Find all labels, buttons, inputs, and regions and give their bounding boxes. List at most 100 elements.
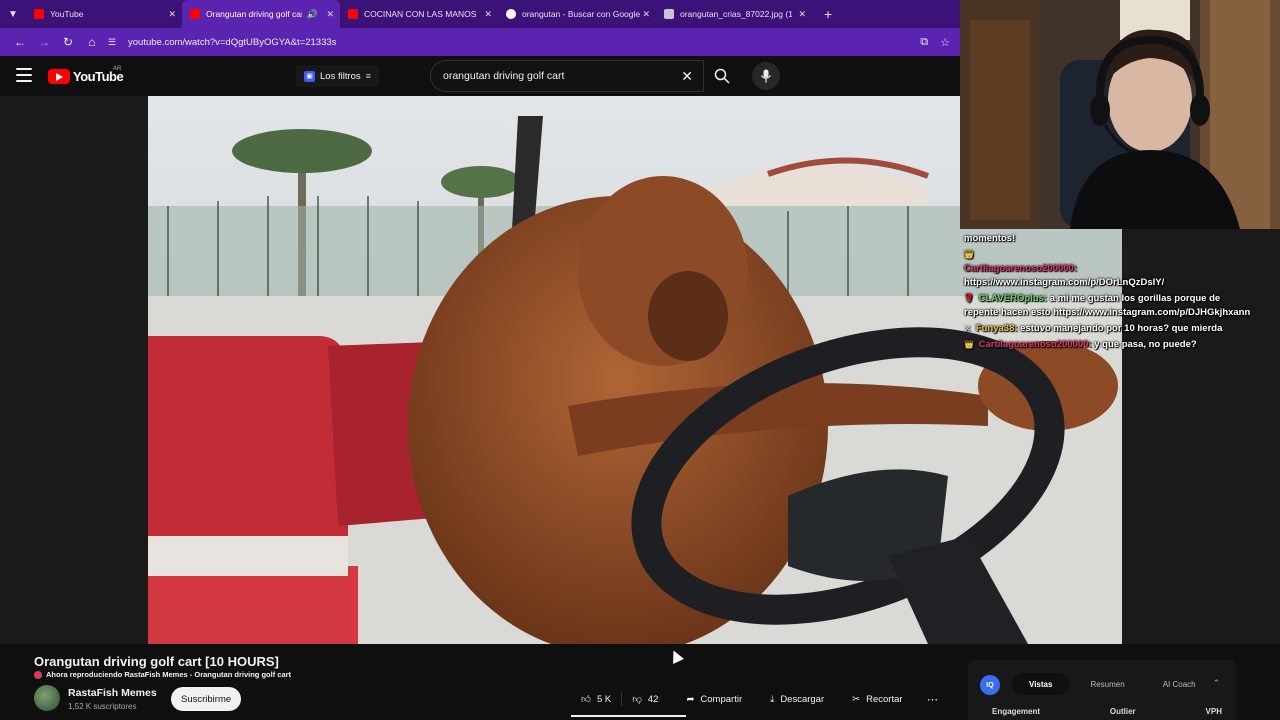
home-icon[interactable]: ⌂ (80, 35, 104, 49)
video-actions: 👍︎ 5 K 👎︎ 42 ➦ Compartir ⤓ Descargar ✂ R… (571, 687, 945, 711)
close-icon[interactable]: ✕ (484, 9, 492, 20)
share-button[interactable]: ➦ Compartir (676, 687, 753, 711)
chat-username: Cartilagoarenoso200000: (978, 339, 1092, 350)
close-icon[interactable]: ✕ (326, 9, 334, 20)
tab-title: Orangutan driving golf cart (206, 9, 302, 19)
more-actions-icon[interactable]: ⋯ (921, 687, 945, 711)
download-icon: ⤓ (770, 693, 775, 705)
dislike-button[interactable]: 👎︎ 42 (622, 687, 669, 711)
clear-search-icon[interactable]: ✕ (681, 68, 693, 85)
download-button[interactable]: ⤓ Descargar (760, 687, 835, 711)
like-count: 5 K (596, 693, 612, 705)
site-info-icon[interactable]: ☰ (108, 37, 124, 48)
chat-text: y que pasa, no puede? (1094, 339, 1197, 350)
crown-badge-icon: 👑 (964, 340, 974, 349)
speaker-icon[interactable]: 🔊 (307, 9, 318, 20)
channel-avatar[interactable] (34, 685, 60, 711)
streamer-webcam (960, 0, 1280, 229)
image-icon (664, 9, 674, 19)
bookmark-star-icon[interactable]: ☆ (940, 36, 950, 49)
youtube-play-icon (48, 68, 70, 84)
chevron-up-icon[interactable]: ⌃ (1212, 678, 1220, 689)
google-icon (506, 9, 516, 19)
search-value: orangutan driving golf cart (443, 70, 565, 82)
scissors-icon: ✂ (852, 693, 861, 705)
chat-text: estuvo manejando por 10 horas? que mierd… (1020, 323, 1223, 334)
country-code: AR (113, 66, 122, 72)
search-input[interactable]: orangutan driving golf cart ✕ (430, 60, 704, 92)
subscribe-button[interactable]: Suscribirme (171, 687, 242, 711)
metric-outlier: Outlier (1109, 707, 1136, 716)
menu-icon[interactable] (16, 68, 32, 82)
voice-search-button[interactable] (752, 62, 780, 90)
close-icon[interactable]: ✕ (798, 9, 806, 20)
clip-button[interactable]: ✂ Recortar (842, 687, 913, 711)
share-arrow-icon: ➦ (686, 693, 695, 705)
vidiq-logo-icon[interactable]: IQ (980, 675, 1000, 695)
video-title: Orangutan driving golf cart [10 HOURS] (34, 654, 279, 669)
chat-username: CLAVEROplus: (978, 293, 1048, 304)
search-icon (714, 68, 730, 84)
crown-badge-icon: 👑 (964, 250, 974, 259)
dislike-count: 42 (647, 693, 659, 705)
metric-vph: VPH (1205, 707, 1222, 716)
chat-username: Cartilagoarenoso200000: (964, 263, 1077, 274)
filter-extension-icon: ▣ (304, 70, 315, 82)
share-label: Compartir (700, 693, 743, 705)
search-button[interactable] (704, 60, 740, 92)
back-arrow-icon[interactable]: ← (8, 35, 32, 49)
youtube-icon (190, 9, 200, 19)
close-icon[interactable]: ✕ (642, 9, 650, 20)
close-icon[interactable]: ✕ (168, 9, 176, 20)
thumbs-down-icon: 👎︎ (632, 694, 642, 705)
youtube-logo[interactable]: YouTube (48, 68, 124, 84)
filters-button[interactable]: ▣ Los filtros ≡ (296, 65, 379, 87)
install-app-icon[interactable]: ⧉ (920, 36, 928, 49)
microphone-icon (761, 69, 771, 83)
browser-tab-youtube[interactable]: YouTube ✕ (26, 0, 182, 28)
browser-tab-image[interactable]: orangutan_crias_87022.jpg (100 ✕ (656, 0, 812, 28)
browser-tab-orangutan[interactable]: Orangutan driving golf cart 🔊 ✕ (182, 0, 340, 28)
tune-icon: ≡ (365, 71, 371, 81)
screen: ▼ YouTube ✕ Orangutan driving golf cart … (0, 0, 1280, 720)
browser-address-bar: ← → ↻ ⌂ ☰ youtube.com/watch?v=dQgtUByOGY… (0, 28, 960, 56)
now-playing-text: Ahora reproduciendo RastaFish Memes - Or… (46, 670, 292, 679)
chat-text: momentos! (964, 233, 1016, 244)
browser-tab-strip: ▼ YouTube ✕ Orangutan driving golf cart … (0, 0, 960, 28)
chat-message: 👑 Cartilagoarenoso200000: https://www.in… (964, 248, 1254, 290)
chat-message: 🌹 CLAVEROplus: a mi me gustan los gorill… (964, 292, 1254, 320)
rose-badge-icon: 🌹 (964, 294, 974, 303)
live-dot-icon (34, 670, 42, 679)
channel-name[interactable]: RastaFish Memes (68, 687, 157, 699)
tab-resumen[interactable]: Resumen (1073, 673, 1141, 695)
chat-text: https://www.instagram.com/p/DOrLnQzDsIY/ (964, 277, 1165, 288)
tab-ai-coach[interactable]: AI Coach (1146, 673, 1213, 695)
like-button[interactable]: 👍︎ 5 K (571, 687, 622, 711)
chat-message: 👑 Cartilagoarenoso200000: y que pasa, no… (964, 338, 1254, 352)
browser-tab-cocinan[interactable]: COCINAN CON LAS MANOS SU ✕ (340, 0, 498, 28)
download-label: Descargar (780, 693, 825, 705)
youtube-header: YouTube AR ▣ Los filtros ≡ orangutan dri… (0, 56, 960, 96)
youtube-icon (348, 9, 358, 19)
chat-username: Funya38: (975, 323, 1018, 334)
chat-message: momentos! (964, 232, 1254, 246)
reload-icon[interactable]: ↻ (56, 35, 80, 49)
like-ratio-bar (571, 715, 686, 717)
tab-title: COCINAN CON LAS MANOS SU (364, 9, 478, 19)
url-text: youtube.com/watch?v=dQgtUByOGYA&t=21333s (128, 36, 337, 48)
forward-arrow-icon[interactable]: → (32, 35, 56, 49)
youtube-icon (34, 9, 44, 19)
url-field[interactable]: ☰ youtube.com/watch?v=dQgtUByOGYA&t=2133… (108, 32, 916, 52)
webcam-image (960, 0, 1280, 229)
chat-message: ⚔ Funya38: estuvo manejando por 10 horas… (964, 322, 1254, 336)
stream-chat-overlay: momentos! 👑 Cartilagoarenoso200000: http… (964, 232, 1254, 354)
tab-search-chevron-icon[interactable]: ▼ (0, 0, 26, 28)
vidiq-panel: IQ Vistas Resumen AI Coach ⌃ Engagement … (968, 660, 1236, 720)
thumbs-up-icon: 👍︎ (581, 694, 591, 705)
browser-tab-google[interactable]: orangutan - Buscar con Google ✕ (498, 0, 656, 28)
tab-title: YouTube (50, 9, 84, 19)
tab-vistas[interactable]: Vistas (1012, 673, 1070, 695)
tab-title: orangutan_crias_87022.jpg (100 (680, 9, 792, 19)
vidiq-tabs: Vistas Resumen AI Coach (1012, 673, 1213, 695)
new-tab-plus-icon[interactable]: + (824, 6, 832, 22)
